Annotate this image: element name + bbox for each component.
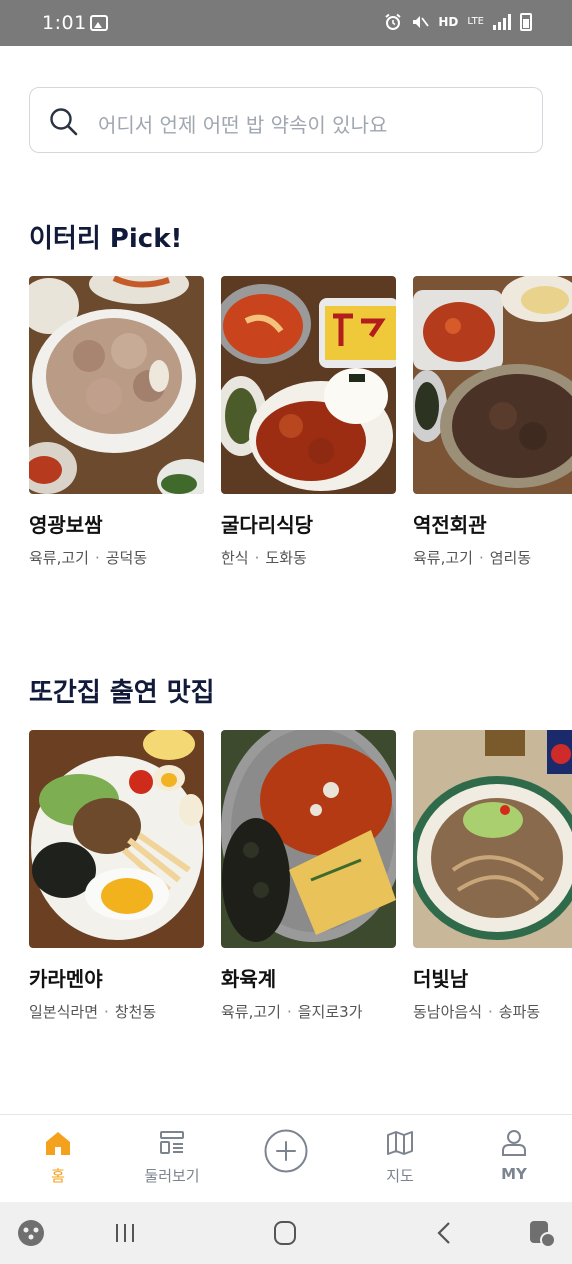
restaurant-card[interactable]: 화육계 육류,고기 · 을지로3가 (221, 730, 396, 1022)
home-icon (46, 1132, 70, 1155)
card-row-eatery-pick: 영광보쌈 육류,고기 · 공덕동 굴다리식당 한식 · 도화동 역전회관 육류,… (29, 276, 572, 576)
game-launcher-icon[interactable] (14, 1216, 48, 1250)
restaurant-name: 더빛남 (413, 967, 469, 991)
map-icon (387, 1131, 413, 1155)
restaurant-photo[interactable] (221, 276, 396, 494)
restaurant-name: 굴다리식당 (221, 513, 313, 537)
restaurant-meta: 육류,고기 · 공덕동 (29, 547, 204, 568)
home-button-icon[interactable] (268, 1216, 302, 1250)
battery-icon (520, 13, 532, 31)
restaurant-area: 염리동 (489, 549, 532, 567)
restaurant-meta: 육류,고기 · 을지로3가 (221, 1001, 396, 1022)
nav-label-home: 홈 (51, 1167, 65, 1185)
meta-separator: · (488, 1003, 493, 1021)
search-placeholder: 어디서 언제 어떤 밥 약속이 있나요 (98, 113, 388, 137)
restaurant-area: 송파동 (498, 1003, 541, 1021)
meta-separator: · (254, 549, 260, 567)
status-bar: 1:01 HD LTE (0, 0, 572, 46)
assistant-icon[interactable] (524, 1216, 558, 1250)
restaurant-meta: 동남아음식 · 송파동 (413, 1001, 572, 1022)
restaurant-photo[interactable] (413, 730, 572, 948)
restaurant-category: 육류,고기 (221, 1003, 281, 1021)
nav-browse[interactable]: 둘러보기 (122, 1115, 222, 1203)
restaurant-name: 역전회관 (413, 513, 487, 537)
restaurant-category: 동남아음식 (413, 1003, 483, 1021)
restaurant-category: 육류,고기 (413, 549, 473, 567)
restaurant-name: 카라멘야 (29, 967, 103, 991)
restaurant-category: 육류,고기 (29, 549, 89, 567)
plus-circle-icon (264, 1129, 308, 1173)
nav-label-my: MY (501, 1165, 527, 1183)
meta-separator: · (104, 1003, 109, 1021)
restaurant-area: 창천동 (114, 1003, 157, 1021)
gallery-icon (90, 15, 108, 31)
system-navigation-bar (0, 1202, 572, 1264)
status-icons: HD LTE (384, 13, 532, 31)
nav-map[interactable]: 지도 (350, 1115, 450, 1203)
restaurant-photo[interactable] (29, 276, 204, 494)
bottom-navigation: 홈 둘러보기 지도 MY (0, 1114, 572, 1202)
restaurant-area: 공덕동 (105, 549, 148, 567)
restaurant-photo[interactable] (29, 730, 204, 948)
search-icon (50, 108, 78, 136)
card-row-ttoganjip: 카라멘야 일본식라면 · 창천동 화육계 육류,고기 · 을지로3가 더빛남 동… (29, 730, 572, 1030)
nav-my[interactable]: MY (464, 1115, 564, 1203)
restaurant-card[interactable]: 굴다리식당 한식 · 도화동 (221, 276, 396, 568)
status-time: 1:01 (42, 12, 87, 34)
signal-icon (493, 14, 511, 30)
restaurant-photo[interactable] (221, 730, 396, 948)
browse-icon (160, 1131, 184, 1154)
restaurant-photo[interactable] (413, 276, 572, 494)
search-input[interactable]: 어디서 언제 어떤 밥 약속이 있나요 (29, 87, 543, 153)
mute-icon (413, 16, 430, 28)
restaurant-category: 한식 (221, 549, 249, 567)
restaurant-card[interactable]: 영광보쌈 육류,고기 · 공덕동 (29, 276, 204, 568)
recent-apps-icon[interactable] (108, 1216, 142, 1250)
user-icon (502, 1130, 526, 1156)
section-title-ttoganjip: 또간집 출연 맛집 (29, 678, 215, 708)
meta-separator: · (94, 549, 100, 567)
lte-icon: LTE (467, 16, 484, 27)
restaurant-name: 화육계 (221, 967, 277, 991)
nav-home[interactable]: 홈 (8, 1115, 108, 1203)
restaurant-meta: 일본식라면 · 창천동 (29, 1001, 204, 1022)
restaurant-category: 일본식라면 (29, 1003, 99, 1021)
restaurant-card[interactable]: 역전회관 육류,고기 · 염리동 (413, 276, 572, 568)
restaurant-meta: 육류,고기 · 염리동 (413, 547, 572, 568)
restaurant-area: 도화동 (265, 549, 307, 567)
nav-label-map: 지도 (386, 1167, 414, 1185)
meta-separator: · (286, 1003, 292, 1021)
alarm-icon (385, 13, 401, 30)
hd-voice-icon: HD (438, 15, 459, 29)
back-icon[interactable] (428, 1216, 462, 1250)
restaurant-card[interactable]: 더빛남 동남아음식 · 송파동 (413, 730, 572, 1022)
restaurant-meta: 한식 · 도화동 (221, 547, 396, 568)
nav-add-button[interactable] (236, 1115, 336, 1203)
nav-label-browse: 둘러보기 (144, 1167, 200, 1185)
restaurant-area: 을지로3가 (297, 1003, 363, 1021)
restaurant-name: 영광보쌈 (29, 513, 103, 537)
meta-separator: · (478, 549, 484, 567)
restaurant-card[interactable]: 카라멘야 일본식라면 · 창천동 (29, 730, 204, 1022)
section-title-eatery-pick: 이터리 Pick! (29, 224, 183, 254)
